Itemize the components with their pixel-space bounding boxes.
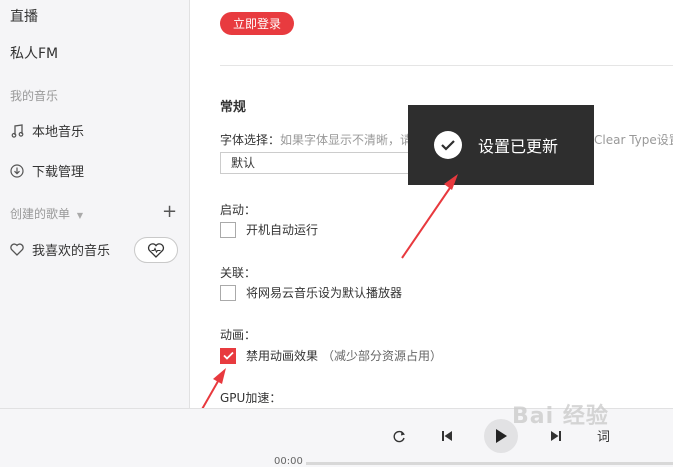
heartbeat-mode-button[interactable] — [134, 237, 178, 263]
my-music-section-title: 我的音乐 — [10, 89, 59, 103]
sidebar-item-favorites[interactable]: 我喜欢的音乐 — [10, 240, 110, 259]
association-option-text: 将网易云音乐设为默认播放器 — [246, 286, 403, 300]
settings-panel: 立即登录 常规 字体选择：如果字体显示不清晰，请在 Clear Type设置 默… — [191, 0, 673, 408]
check-circle-icon — [434, 131, 462, 159]
heartbeat-icon — [147, 242, 165, 258]
disable-animation-checkbox[interactable] — [220, 347, 236, 364]
settings-updated-toast: 设置已更新 — [408, 105, 594, 185]
download-icon — [10, 163, 24, 178]
sidebar-item-label: 本地音乐 — [32, 125, 85, 140]
add-playlist-icon[interactable]: + — [162, 203, 177, 221]
font-label-text: 字体选择： — [220, 133, 281, 147]
created-playlists-section-title[interactable]: 创建的歌单 ▼ — [10, 205, 83, 222]
font-hint-right: Clear Type设置 — [594, 133, 673, 147]
login-button[interactable]: 立即登录 — [220, 12, 294, 35]
divider — [220, 65, 673, 66]
sidebar-item-live[interactable]: 直播 — [10, 6, 38, 26]
section-title-text: 创建的歌单 — [10, 207, 71, 221]
progress-bar[interactable] — [306, 462, 673, 465]
font-select[interactable]: 默认 — [220, 152, 428, 174]
skip-next-icon — [551, 431, 561, 441]
loop-mode-button[interactable] — [390, 427, 408, 445]
previous-button[interactable] — [438, 427, 456, 445]
default-player-checkbox[interactable] — [220, 284, 236, 301]
play-icon — [496, 429, 507, 443]
sidebar: 直播 私人FM 我的音乐 本地音乐 下载管理 创建的歌单 ▼ + 我喜欢的音乐 — [0, 0, 190, 408]
animation-option[interactable]: 禁用动画效果 （减少部分资源占用） — [220, 347, 442, 364]
music-note-icon — [10, 123, 24, 138]
sidebar-item-downloads[interactable]: 下载管理 — [10, 161, 84, 180]
startup-option[interactable]: 开机自动运行 — [220, 221, 318, 238]
font-hint-text: 如果字体显示不清晰，请在 — [280, 133, 425, 147]
loop-icon — [393, 430, 405, 442]
caret-down-icon: ▼ — [76, 211, 83, 220]
checkmark-icon — [222, 351, 234, 360]
animation-label: 动画： — [220, 328, 257, 342]
animation-option-text: 禁用动画效果 — [246, 349, 319, 363]
startup-checkbox[interactable] — [220, 221, 236, 238]
association-option[interactable]: 将网易云音乐设为默认播放器 — [220, 284, 402, 301]
sidebar-item-label: 下载管理 — [32, 165, 85, 180]
startup-option-text: 开机自动运行 — [246, 223, 319, 237]
animation-option-subtext: （减少部分资源占用） — [322, 349, 443, 363]
current-time: 00:00 — [274, 456, 303, 467]
toast-message: 设置已更新 — [478, 137, 559, 156]
font-select-value: 默认 — [231, 156, 256, 170]
gpu-label: GPU加速： — [220, 391, 282, 405]
section-title-general: 常规 — [220, 100, 247, 115]
heart-outline-icon — [10, 243, 24, 257]
sidebar-item-label: 我喜欢的音乐 — [32, 244, 111, 259]
sidebar-item-local-music[interactable]: 本地音乐 — [10, 121, 84, 140]
sidebar-item-private-fm[interactable]: 私人FM — [10, 43, 58, 63]
association-label: 关联： — [220, 266, 257, 280]
baidu-watermark: Bai 经验 — [512, 404, 609, 429]
startup-label: 启动： — [220, 203, 257, 217]
font-setting-label: 字体选择：如果字体显示不清晰，请在 — [220, 131, 424, 148]
skip-previous-icon — [442, 431, 452, 441]
